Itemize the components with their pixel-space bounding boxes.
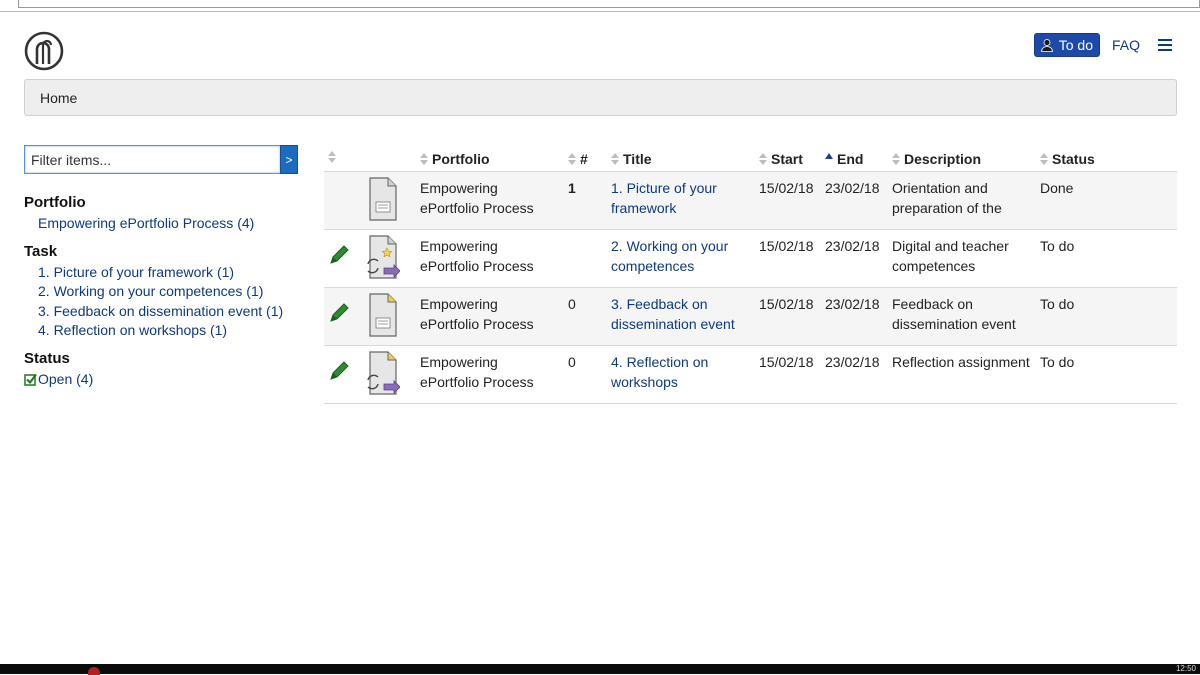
facet-item-status-label: Open (4) bbox=[38, 370, 94, 387]
cell-end: 23/02/18 bbox=[825, 238, 880, 254]
cell-end: 23/02/18 bbox=[825, 354, 880, 370]
column-label: Description bbox=[904, 151, 982, 167]
column-header-title[interactable]: Title bbox=[611, 151, 652, 167]
facet-list-status: Open (4) bbox=[24, 370, 314, 390]
table-row[interactable]: Empowering ePortfolio Process 0 4. Reflec… bbox=[324, 346, 1177, 404]
column-header-description[interactable]: Description bbox=[892, 151, 981, 167]
assignment-icon bbox=[367, 235, 400, 279]
pencil-edit-icon[interactable] bbox=[328, 360, 350, 382]
todo-label: To do bbox=[1058, 37, 1093, 53]
column-label: Portfolio bbox=[432, 151, 490, 167]
filter-box: > bbox=[24, 145, 298, 174]
sort-icon bbox=[568, 153, 576, 165]
sort-icon bbox=[1040, 153, 1048, 165]
cell-start: 15/02/18 bbox=[759, 296, 814, 312]
breadcrumb-home[interactable]: Home bbox=[40, 90, 77, 106]
document-icon bbox=[369, 177, 397, 221]
hamburger-menu-icon[interactable] bbox=[1158, 39, 1172, 51]
table-row[interactable]: Empowering ePortfolio Process 1 1. Pictur… bbox=[324, 172, 1177, 230]
facet-title-portfolio: Portfolio bbox=[24, 194, 86, 211]
facet-item-task-4[interactable]: 4. Reflection on workshops (1) bbox=[24, 321, 314, 341]
column-header-start[interactable]: Start bbox=[759, 151, 803, 167]
column-header-portfolio[interactable]: Portfolio bbox=[420, 151, 490, 167]
facet-item-task-3[interactable]: 3. Feedback on dissemination event (1) bbox=[24, 302, 314, 322]
cell-start: 15/02/18 bbox=[759, 238, 814, 254]
filter-input[interactable] bbox=[24, 145, 280, 174]
table-row[interactable]: Empowering ePortfolio Process 0 3. Feedba… bbox=[324, 288, 1177, 346]
cell-portfolio: Empowering ePortfolio Process bbox=[420, 180, 534, 216]
facet-title-status: Status bbox=[24, 349, 70, 367]
pencil-edit-icon[interactable] bbox=[328, 244, 350, 266]
cell-portfolio: Empowering ePortfolio Process bbox=[420, 238, 534, 274]
faq-link[interactable]: FAQ bbox=[1112, 37, 1140, 53]
table-header: Portfolio # Title Start End Description … bbox=[324, 145, 1177, 172]
facet-title-task: Task bbox=[24, 242, 58, 260]
app-logo[interactable] bbox=[24, 31, 64, 71]
cell-title-link[interactable]: 4. Reflection on workshops bbox=[611, 352, 708, 392]
document-icon bbox=[369, 293, 397, 337]
sort-icon bbox=[892, 153, 900, 165]
taskbar-clock: 12:50 bbox=[1175, 664, 1196, 673]
sort-ascending-icon bbox=[825, 153, 833, 159]
cell-title-link[interactable]: 3. Feedback on dissemination event bbox=[611, 294, 735, 334]
cell-portfolio: Empowering ePortfolio Process bbox=[420, 354, 534, 390]
cell-status: To do bbox=[1040, 238, 1075, 254]
breadcrumb: Home bbox=[24, 79, 1177, 116]
pencil-edit-icon[interactable] bbox=[328, 302, 350, 324]
sort-icon bbox=[611, 153, 619, 165]
assignment-icon bbox=[367, 351, 400, 395]
facet-item-task-2[interactable]: 2. Working on your competences (1) bbox=[24, 282, 314, 302]
os-taskbar: 12:50 bbox=[0, 664, 1200, 675]
facet-item-task-1[interactable]: 1. Picture of your framework (1) bbox=[24, 263, 314, 283]
cell-start: 15/02/18 bbox=[759, 354, 814, 370]
cell-description: Reflection assignment bbox=[892, 354, 1030, 370]
cell-end: 23/02/18 bbox=[825, 296, 880, 312]
cell-description: Digital and teacher competences bbox=[892, 238, 1009, 274]
column-label: Status bbox=[1052, 151, 1095, 167]
column-label: Title bbox=[623, 151, 652, 167]
cell-number: 0 bbox=[568, 354, 576, 370]
facet-list-portfolio: Empowering ePortfolio Process (4) bbox=[24, 214, 314, 234]
sort-icon bbox=[328, 151, 336, 163]
todo-button[interactable]: To do bbox=[1033, 33, 1100, 57]
cell-status: To do bbox=[1040, 296, 1075, 312]
browser-address-strip bbox=[0, 0, 1200, 12]
column-header-status[interactable]: Status bbox=[1040, 151, 1095, 167]
top-navigation: To do FAQ bbox=[1033, 33, 1172, 57]
cell-number: 0 bbox=[568, 296, 576, 312]
facet-item-status-open[interactable]: Open (4) bbox=[24, 370, 314, 390]
table-row[interactable]: Empowering ePortfolio Process 2. Working … bbox=[324, 230, 1177, 288]
column-header-number[interactable]: # bbox=[568, 151, 588, 167]
address-bar[interactable] bbox=[18, 0, 1200, 8]
column-header-end[interactable]: End bbox=[825, 151, 863, 167]
sort-icon bbox=[420, 153, 428, 165]
column-label: # bbox=[580, 151, 588, 167]
user-icon bbox=[1040, 39, 1053, 52]
sort-edit-column[interactable] bbox=[328, 151, 336, 163]
cell-status: To do bbox=[1040, 354, 1075, 370]
cell-end: 23/02/18 bbox=[825, 180, 880, 196]
facet-list-task: 1. Picture of your framework (1) 2. Work… bbox=[24, 263, 314, 341]
filter-submit-button[interactable]: > bbox=[280, 145, 298, 174]
cell-status: Done bbox=[1040, 180, 1074, 196]
cell-description: Feedback on dissemination event bbox=[892, 296, 1016, 332]
facet-sidebar: Portfolio Empowering ePortfolio Process … bbox=[24, 194, 314, 398]
cell-title-link[interactable]: 1. Picture of your framework bbox=[611, 178, 717, 218]
facet-item-portfolio[interactable]: Empowering ePortfolio Process (4) bbox=[24, 214, 314, 234]
checked-checkbox-icon bbox=[24, 373, 37, 386]
sort-icon bbox=[759, 153, 767, 165]
column-label: End bbox=[837, 151, 864, 167]
cell-portfolio: Empowering ePortfolio Process bbox=[420, 296, 534, 332]
cell-number: 1 bbox=[568, 180, 576, 196]
cell-title-link[interactable]: 2. Working on your competences bbox=[611, 236, 728, 276]
cell-start: 15/02/18 bbox=[759, 180, 814, 196]
results-table: Portfolio # Title Start End Description … bbox=[324, 145, 1177, 404]
column-label: Start bbox=[771, 151, 803, 167]
cell-description: Orientation and preparation of the bbox=[892, 180, 1002, 216]
